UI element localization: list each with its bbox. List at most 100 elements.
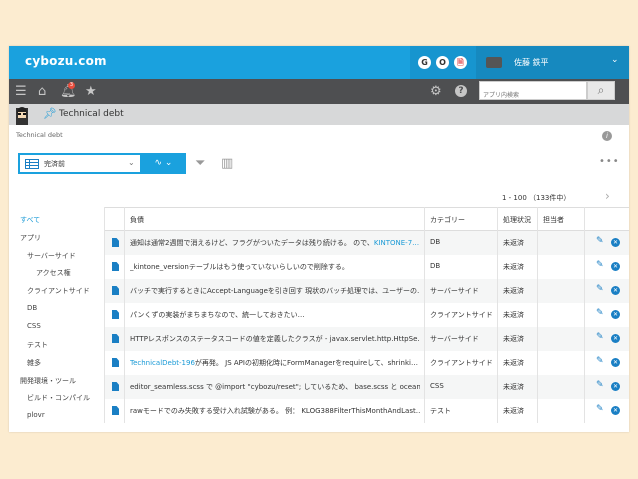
column-header-assignee[interactable]: 担当者 — [543, 215, 564, 225]
avatar — [486, 57, 502, 68]
delete-icon[interactable]: ✕ — [611, 382, 620, 391]
column-header-status[interactable]: 処理状況 — [503, 215, 531, 225]
debt-cell: パンくずの実装がまちまちなので、統一しておきたい… — [130, 311, 305, 319]
user-menu[interactable]: 佐藤 鉄平 ⌄ — [476, 46, 629, 79]
sidebar-item-devenv[interactable]: 開発環境・ツール — [20, 376, 76, 386]
table-row[interactable]: TechnicalDebt-196が再発。 JS APIの初期化時にFormMa… — [104, 351, 629, 375]
delete-icon[interactable]: ✕ — [611, 286, 620, 295]
delete-icon[interactable]: ✕ — [611, 406, 620, 415]
pin-icon[interactable]: 📌︎ — [43, 107, 57, 120]
record-detail-icon[interactable] — [112, 358, 119, 367]
table-row[interactable]: rawモードでのみ失敗する受け入れ試験がある。 例： KLOG388Filter… — [104, 399, 629, 423]
debt-cell: rawモードでのみ失敗する受け入れ試験がある。 例： KLOG388Filter… — [130, 407, 420, 415]
app-icon — [16, 107, 28, 125]
divider — [104, 207, 105, 423]
app-garoon-icon[interactable]: G — [418, 56, 431, 69]
category-cell: クライアントサイド — [430, 359, 493, 367]
record-detail-icon[interactable] — [112, 334, 119, 343]
graph-button[interactable]: ∿ ⌄ — [141, 153, 186, 174]
record-detail-icon[interactable] — [112, 310, 119, 319]
pagination-text: 1 - 100 （133件中） — [502, 194, 571, 202]
more-options-icon[interactable]: ••• — [599, 156, 620, 167]
status-cell: 未返済 — [503, 239, 524, 247]
divider — [424, 207, 425, 423]
search-button[interactable]: ⌕ — [587, 81, 615, 100]
divider — [584, 207, 585, 423]
service-apps: G O 🗎 — [410, 46, 476, 79]
sidebar-item-server[interactable]: サーバーサイド — [27, 251, 76, 261]
record-detail-icon[interactable] — [112, 262, 119, 271]
view-selector[interactable]: 完済前 ⌄ — [18, 153, 142, 174]
pencil-icon[interactable]: ✎ — [596, 404, 604, 414]
top-bar: cybozu.com G O 🗎 佐藤 鉄平 ⌄ — [9, 46, 629, 79]
record-detail-icon[interactable] — [112, 382, 119, 391]
status-cell: 未返済 — [503, 383, 524, 391]
column-header-debt[interactable]: 負債 — [130, 215, 144, 225]
status-cell: 未返済 — [503, 359, 524, 367]
table-row[interactable]: HTTPレスポンスのステータスコードの値を定義したクラスが - javax.se… — [104, 327, 629, 351]
sidebar-item-css[interactable]: CSS — [27, 322, 41, 330]
table-row[interactable]: パンくずの実装がまちまちなので、統一しておきたい… クライアントサイド 未返済 … — [104, 303, 629, 327]
nav-bar: ☰ ⌂ 🔔︎ 3 ★ ⚙ ? ⌕ — [9, 79, 629, 104]
filter-icon[interactable]: ⏷ — [195, 156, 205, 171]
breadcrumb[interactable]: Technical debt — [16, 131, 63, 139]
chevron-right-icon[interactable]: › — [605, 189, 610, 203]
category-cell: サーバーサイド — [430, 335, 479, 343]
help-icon[interactable]: ? — [455, 85, 467, 97]
category-cell: クライアントサイド — [430, 311, 493, 319]
table-row[interactable]: バッチで実行するときにAccept-Languageを引き回す 現状のバッチ処理… — [104, 279, 629, 303]
search-input[interactable] — [483, 88, 583, 103]
sidebar-item-db[interactable]: DB — [27, 304, 37, 312]
sidebar-item-all[interactable]: すべて — [20, 215, 40, 225]
pencil-icon[interactable]: ✎ — [596, 332, 604, 342]
logo[interactable]: cybozu.com — [25, 54, 107, 68]
bar-chart-icon[interactable]: ▥ — [221, 156, 233, 171]
menu-icon[interactable]: ☰ — [15, 84, 27, 99]
delete-icon[interactable]: ✕ — [611, 262, 620, 271]
table-header: 負債 カテゴリー 処理状況 担当者 — [104, 207, 629, 231]
sidebar-item-client[interactable]: クライアントサイド — [27, 286, 90, 296]
sidebar-item-plovr[interactable]: plovr — [27, 411, 45, 419]
pencil-icon[interactable]: ✎ — [596, 380, 604, 390]
record-detail-icon[interactable] — [112, 286, 119, 295]
related-record-link[interactable]: TechnicalDebt-196 — [130, 359, 195, 367]
table-row[interactable]: editor_seamless.scss で @import "cybozu/r… — [104, 375, 629, 399]
app-office-icon[interactable]: O — [436, 56, 449, 69]
category-cell: DB — [430, 262, 441, 270]
star-icon[interactable]: ★ — [85, 84, 97, 99]
table-row[interactable]: _kintone_versionテーブルはもう使っていないらしいので削除する。 … — [104, 255, 629, 279]
debt-cell: 通知は通常2週間で消えるけど、フラグがついたデータは残り続ける。 ので、KINT… — [130, 239, 420, 247]
debt-cell: HTTPレスポンスのステータスコードの値を定義したクラスが - javax.se… — [130, 335, 420, 343]
chevron-down-icon: ⌄ — [611, 55, 619, 65]
debt-cell: editor_seamless.scss で @import "cybozu/r… — [130, 383, 420, 391]
column-header-category[interactable]: カテゴリー — [430, 215, 465, 225]
record-detail-icon[interactable] — [112, 406, 119, 415]
status-cell: 未返済 — [503, 263, 524, 271]
sidebar-item-build[interactable]: ビルド・コンパイル — [27, 393, 90, 403]
delete-icon[interactable]: ✕ — [611, 238, 620, 247]
delete-icon[interactable]: ✕ — [611, 358, 620, 367]
delete-icon[interactable]: ✕ — [611, 310, 620, 319]
home-icon[interactable]: ⌂ — [38, 84, 46, 99]
pencil-icon[interactable]: ✎ — [596, 236, 604, 246]
gear-icon[interactable]: ⚙ — [430, 84, 442, 99]
sidebar-item-test[interactable]: テスト — [27, 340, 48, 350]
app-mailwise-icon[interactable]: 🗎 — [454, 56, 467, 69]
table-row[interactable]: 通知は通常2週間で消えるけど、フラグがついたデータは残り続ける。 ので、KINT… — [104, 231, 629, 255]
pencil-icon[interactable]: ✎ — [596, 284, 604, 294]
sidebar-item-misc[interactable]: 雑多 — [27, 358, 41, 368]
sidebar-item-app[interactable]: アプリ — [20, 233, 41, 243]
category-cell: テスト — [430, 407, 451, 415]
status-cell: 未返済 — [503, 407, 524, 415]
pencil-icon[interactable]: ✎ — [596, 260, 604, 270]
app-search — [479, 81, 587, 103]
record-detail-icon[interactable] — [112, 238, 119, 247]
delete-icon[interactable]: ✕ — [611, 334, 620, 343]
pencil-icon[interactable]: ✎ — [596, 308, 604, 318]
debt-cell: _kintone_versionテーブルはもう使っていないらしいので削除する。 — [130, 263, 349, 271]
status-cell: 未返済 — [503, 335, 524, 343]
info-icon[interactable]: i — [602, 131, 612, 141]
pencil-icon[interactable]: ✎ — [596, 356, 604, 366]
sidebar-item-access[interactable]: アクセス権 — [36, 268, 71, 278]
status-cell: 未返済 — [503, 311, 524, 319]
